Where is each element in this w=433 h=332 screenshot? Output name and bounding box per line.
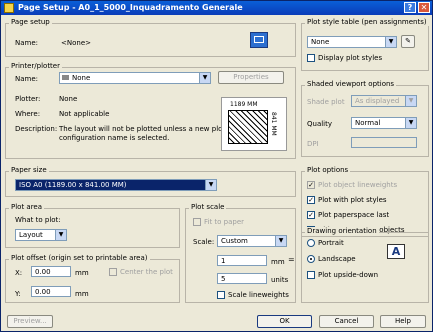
where-label: Where:	[15, 110, 41, 118]
plot-options-group-label: Plot options	[305, 166, 351, 174]
pencil-icon: ✎	[405, 37, 411, 45]
cancel-button[interactable]: Cancel	[319, 315, 374, 328]
orientation-icon: A	[387, 244, 405, 259]
page-setup-dialog: Page Setup - A0_1_5000_Inquadramento Gen…	[0, 0, 433, 332]
scale-lineweights-label: Scale lineweights	[228, 291, 289, 299]
offset-x-input[interactable]: 0.00	[31, 266, 71, 277]
plot-style-select[interactable]: None ▼	[307, 36, 397, 48]
where-value: Not applicable	[59, 110, 110, 118]
plot-with-styles-label: Plot with plot styles	[318, 196, 387, 204]
plot-style-group-label: Plot style table (pen assignments)	[305, 18, 429, 26]
center-plot-label: Center the plot	[120, 268, 173, 276]
printer-name-label: Name:	[15, 75, 39, 83]
paperspace-last-checkbox[interactable]: ✓	[307, 211, 315, 219]
offset-y-input[interactable]: 0.00	[31, 286, 71, 297]
scale-lineweights-checkbox[interactable]	[217, 291, 225, 299]
description-line2: configuration name is selected.	[59, 134, 170, 142]
chevron-down-icon: ▼	[55, 230, 66, 240]
help-title-button[interactable]: ?	[404, 2, 416, 13]
landscape-radio[interactable]	[307, 255, 315, 263]
chevron-down-icon: ▼	[199, 73, 210, 83]
landscape-label: Landscape	[318, 255, 356, 263]
preview-height-label: 841 MM	[270, 112, 277, 136]
dpi-label: DPI	[307, 140, 319, 148]
chevron-down-icon: ▼	[205, 180, 216, 190]
scale-units-input[interactable]: 5	[217, 273, 267, 284]
title-bar: Page Setup - A0_1_5000_Inquadramento Gen…	[1, 1, 432, 15]
help-button[interactable]: Help	[380, 315, 426, 328]
plotter-value: None	[59, 95, 78, 103]
center-plot-checkbox[interactable]	[109, 268, 117, 276]
plotter-label: Plotter:	[15, 95, 41, 103]
edit-plot-style-button[interactable]: ✎	[401, 35, 415, 48]
plot-area-group-label: Plot area	[9, 203, 45, 211]
scale-mm-unit: mm	[271, 258, 285, 266]
page-setup-name-label: Name:	[15, 39, 39, 47]
close-button[interactable]: ✕	[418, 2, 430, 13]
display-plot-styles-checkbox[interactable]	[307, 54, 315, 62]
portrait-radio[interactable]	[307, 239, 315, 247]
chevron-down-icon: ▼	[405, 118, 416, 128]
scale-select[interactable]: Custom ▼	[217, 235, 287, 247]
paper-size-select[interactable]: ISO A0 (1189.00 x 841.00 MM) ▼	[15, 179, 217, 191]
offset-y-label: Y:	[15, 290, 21, 298]
preview-width-label: 1189 MM	[230, 101, 258, 108]
page-setup-group-label: Page setup	[9, 18, 52, 26]
paper-preview: 1189 MM 841 MM	[221, 97, 287, 151]
description-line1: The layout will not be plotted unless a …	[59, 125, 236, 133]
plot-lineweights-checkbox[interactable]: ✓	[307, 181, 315, 189]
preview-button[interactable]: Preview...	[7, 315, 53, 328]
chevron-down-icon: ▼	[275, 236, 286, 246]
shade-plot-select[interactable]: As displayed ▼	[351, 95, 417, 107]
display-plot-styles-label: Display plot styles	[318, 54, 383, 62]
offset-x-label: X:	[15, 269, 23, 277]
what-to-plot-label: What to plot:	[15, 216, 61, 224]
ok-button[interactable]: OK	[257, 315, 312, 328]
shaded-viewport-group-label: Shaded viewport options	[305, 80, 397, 88]
fit-to-paper-label: Fit to paper	[204, 218, 245, 226]
quality-label: Quality	[307, 120, 333, 128]
scale-label: Scale:	[193, 238, 215, 246]
portrait-label: Portrait	[318, 239, 344, 247]
description-label: Description:	[15, 125, 58, 133]
printer-icon	[62, 75, 69, 80]
offset-x-unit: mm	[75, 269, 89, 277]
upside-down-label: Plot upside-down	[318, 271, 379, 279]
window-title: Page Setup - A0_1_5000_Inquadramento Gen…	[18, 3, 243, 12]
plot-lineweights-label: Plot object lineweights	[318, 181, 398, 189]
app-icon	[4, 3, 14, 13]
chevron-down-icon: ▼	[385, 37, 396, 47]
paper-size-group-label: Paper size	[9, 166, 49, 174]
what-to-plot-select[interactable]: Layout ▼	[15, 229, 67, 241]
scale-mm-input[interactable]: 1	[217, 255, 267, 266]
printer-group-label: Printer/plotter	[9, 62, 62, 70]
plot-offset-group-label: Plot offset (origin set to printable are…	[9, 254, 150, 262]
paperspace-last-label: Plot paperspace last	[318, 211, 390, 219]
equals-sign: =	[288, 255, 295, 264]
plot-area-group	[5, 208, 180, 248]
paper-hatch	[228, 110, 268, 144]
fit-to-paper-checkbox[interactable]	[193, 218, 201, 226]
chevron-down-icon: ▼	[405, 96, 416, 106]
orientation-group-label: Drawing orientation	[305, 227, 379, 235]
scale-units-unit: units	[271, 276, 289, 284]
printer-name-select[interactable]: None ▼	[59, 72, 211, 84]
plot-with-styles-checkbox[interactable]: ✓	[307, 196, 315, 204]
upside-down-checkbox[interactable]	[307, 271, 315, 279]
offset-y-unit: mm	[75, 290, 89, 298]
page-setup-name-value: <None>	[61, 39, 91, 47]
shade-plot-label: Shade plot	[307, 98, 345, 106]
quality-select[interactable]: Normal ▼	[351, 117, 417, 129]
properties-button[interactable]: Properties	[218, 71, 284, 84]
plot-scale-group-label: Plot scale	[189, 203, 227, 211]
page-setup-icon	[250, 32, 268, 48]
dpi-input[interactable]	[351, 137, 417, 148]
